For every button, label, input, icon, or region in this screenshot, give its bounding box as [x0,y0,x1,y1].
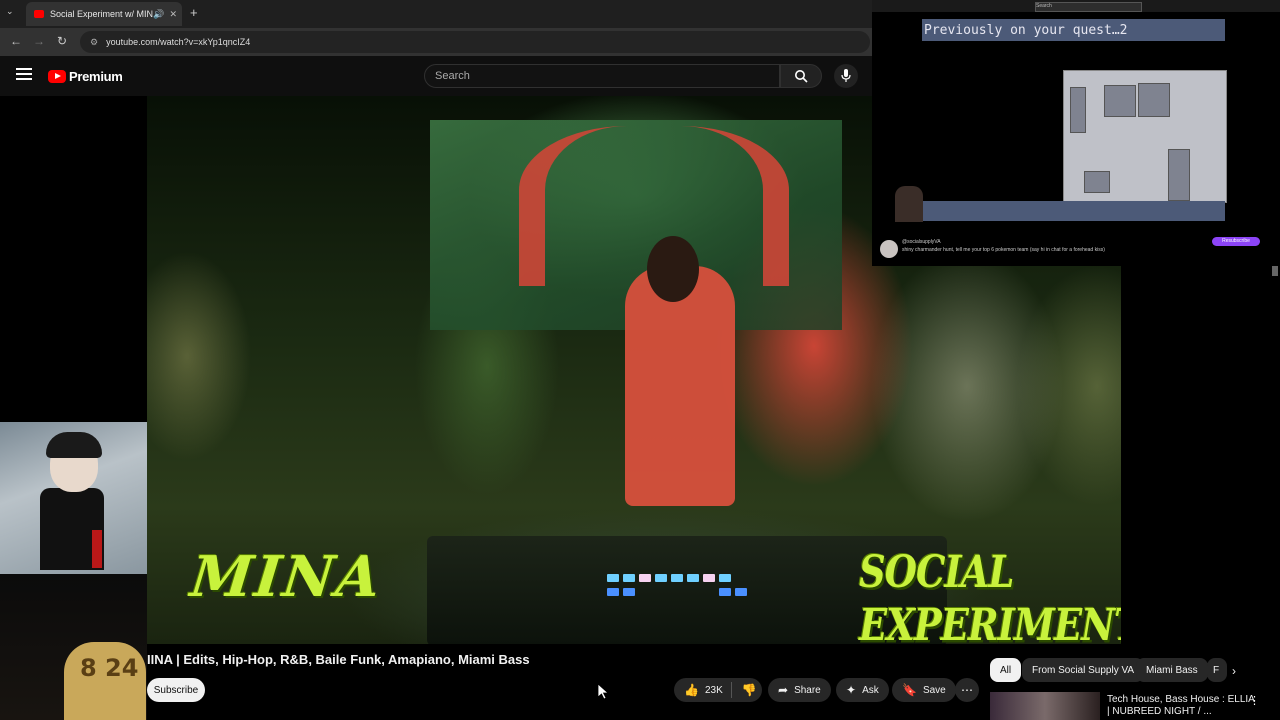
subscribe-button[interactable]: Subscribe [147,678,205,702]
quest-banner: Previously on your quest…2 [922,19,1225,41]
back-button[interactable]: ← [10,34,22,48]
vtuber-sleeve [92,530,102,568]
ask-label: Ask [862,684,879,696]
game-textbox [922,201,1225,221]
recommendation-title[interactable]: Tech House, Bass House : ELLIA | NUBREED… [1107,694,1257,718]
like-button[interactable]: 👍 23K [674,682,732,698]
like-dislike-group: 👍 23K 👎 [674,678,762,702]
chip-from-channel[interactable]: From Social Supply VA [1022,658,1145,682]
video-overlay-mina: MINA [187,544,386,610]
resubscribe-button[interactable]: Resubscribe [1212,237,1260,246]
search-button[interactable] [780,64,822,88]
search-input[interactable]: Search [424,64,780,88]
tab-title: Social Experiment w/ MINA [50,9,154,19]
dj-head [647,236,699,302]
address-bar[interactable]: ⚙ youtube.com/watch?v=xkYp1qncIZ4 [80,31,870,53]
thumbs-up-icon: 👍 [684,683,699,697]
save-button[interactable]: 🔖 Save [892,678,956,702]
reload-button[interactable]: ↻ [57,34,67,48]
game-screen [1063,70,1227,203]
shirt-number: 8 24 [80,654,139,682]
browser-tab-active[interactable]: Social Experiment w/ MINA 🔊 ✕ [26,2,182,26]
recommendation-menu-icon[interactable]: ⋮ [1249,694,1260,707]
chip-all[interactable]: All [990,658,1022,682]
chip-partial[interactable]: F [1207,658,1227,682]
logo-text: Premium [69,69,123,84]
more-actions-button[interactable]: ⋯ [955,678,979,702]
youtube-premium-logo[interactable]: Premium [48,69,123,84]
video-overlay-social-experiment: SOCIAL EXPERIMENT [859,545,1121,644]
forward-button[interactable]: → [33,34,45,48]
chips-next-icon[interactable]: › [1232,664,1236,678]
tab-search-icon[interactable]: ⌄ [6,6,14,17]
close-tab-icon[interactable]: ✕ [169,9,177,20]
site-info-icon[interactable]: ⚙ [90,37,98,48]
youtube-favicon-icon [34,10,44,18]
chat-message: shiny charmander hunt, tell me your top … [902,247,1105,253]
thumbs-down-icon: 👎 [741,683,757,697]
share-label: Share [794,684,821,696]
search-icon [795,70,808,83]
voice-search-button[interactable] [834,64,858,88]
scrollbar-thumb[interactable] [1272,266,1278,276]
like-count: 23K [704,684,723,696]
sparkle-icon: ✦ [846,683,857,697]
save-label: Save [922,684,946,696]
chip-miami-bass[interactable]: Miami Bass [1136,658,1208,682]
url-text: youtube.com/watch?v=xkYp1qncIZ4 [106,37,251,47]
chat-user: @socialsupplyVA [902,239,941,245]
share-icon: ➦ [778,683,789,697]
stream-search-input[interactable]: Search [1035,2,1142,12]
share-button[interactable]: ➦ Share [768,678,831,702]
dj-figure [625,266,735,506]
vtuber-hat [46,432,102,458]
guide-menu-icon[interactable] [16,68,32,82]
audio-playing-icon[interactable]: 🔊 [153,9,164,20]
new-tab-button[interactable]: + [190,5,198,20]
ask-button[interactable]: ✦ Ask [836,678,889,702]
streamer-webcam [895,186,923,222]
recommendation-thumbnail[interactable] [990,692,1100,720]
youtube-play-logo-icon [48,70,66,83]
bookmark-icon: 🔖 [902,683,917,697]
video-title: IINA | Edits, Hip-Hop, R&B, Baile Funk, … [147,652,530,667]
microphone-icon [841,69,851,82]
dislike-button[interactable]: 👎 [732,683,767,697]
